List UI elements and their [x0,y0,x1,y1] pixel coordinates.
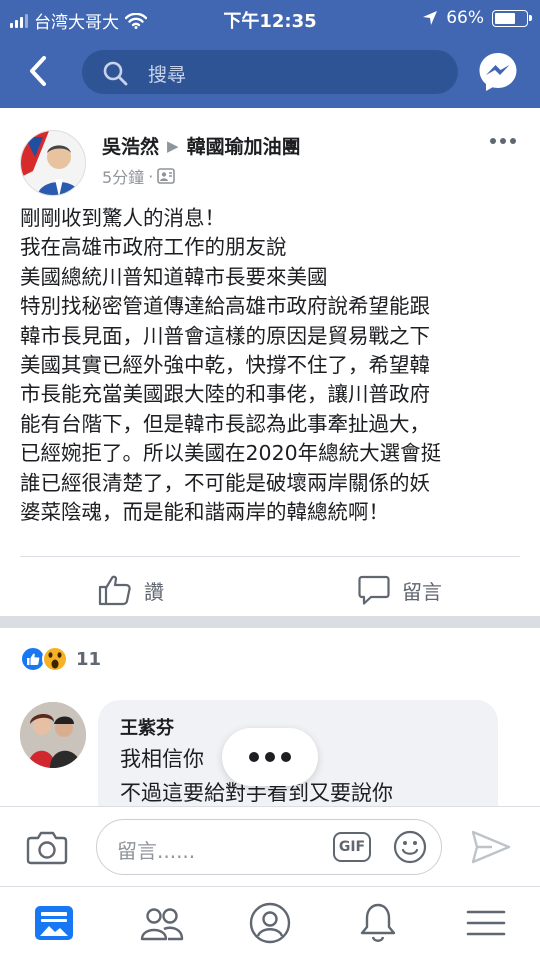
like-button[interactable]: 讚 [98,574,164,606]
thumbs-up-icon [98,575,131,606]
more-options-icon[interactable] [490,138,516,144]
profile-icon[interactable] [248,901,292,945]
typing-dot [265,752,275,762]
post-text-line: 韓市長見面，川普會這樣的原因是貿易戰之下 [20,323,430,348]
status-bar: 台湾大哥大 下午12:35 66% [0,0,540,36]
comment-placeholder: 留言...... [117,839,196,863]
caret-right-icon: ▶ [167,136,179,155]
section-separator [0,616,540,628]
post-text-line: 美國總統川普知道韓市長要來美國 [20,264,328,289]
messenger-icon[interactable] [476,50,520,94]
post-text-line: 特別找秘密管道傳達給高雄市政府說希望能跟 [20,294,430,319]
post-text-line: 市長能充當美國跟大陸的和事佬，讓川普政府 [20,382,430,407]
menu-hamburger-icon[interactable] [464,901,508,945]
post-meta: 5分鐘 · [102,164,176,188]
battery-fill [495,12,515,24]
commenter-photo-icon [20,702,86,768]
search-icon [103,61,128,86]
post-text-line: 剛剛收到驚人的消息！ [20,206,225,230]
author-line: 吳浩然 ▶ 韓國瑜加油團 [102,132,301,159]
author-photo-icon [21,131,85,195]
battery-icon [492,9,532,27]
post-text-line: 能有台階下，但是韓市長認為此事牽扯過大， [20,411,430,436]
smiley-icon[interactable] [393,830,427,864]
send-icon[interactable] [470,829,512,865]
comment-button[interactable]: 留言 [358,574,442,606]
comment-input[interactable]: 留言...... GIF [96,819,442,875]
post-text-line: 我在高雄市政府工作的朋友說 [20,235,287,260]
post-text-line: 誰已經很清楚了，不可能是破壞兩岸關係的妖 [20,470,430,495]
group-audience-icon [157,168,176,184]
commenter-name[interactable]: 王紫芬 [120,714,174,740]
gif-button[interactable]: GIF [333,832,371,862]
comment-composer: 留言...... GIF [0,806,540,886]
back-chevron-icon[interactable] [24,54,54,88]
wow-reaction-icon [42,646,68,672]
post-text: 剛剛收到驚人的消息！ 我在高雄市政府工作的朋友說美國總統川普知道韓市長要來美國特別… [20,204,525,527]
typing-indicator [222,728,318,786]
post-time[interactable]: 5分鐘 [102,164,144,188]
post-text-line: 美國其實已經外強中乾，快撐不住了，希望韓 [20,353,430,378]
typing-dot [281,752,291,762]
reaction-count: 11 [76,648,102,670]
post-divider [20,556,520,557]
post-text-line: 婆菜陰魂，而是能和諧兩岸的韓總統啊！ [20,500,389,525]
comment-bubble-icon [358,575,390,605]
friends-icon[interactable] [140,901,184,945]
comment-label: 留言 [402,579,442,604]
news-feed-icon[interactable] [32,901,76,945]
bottom-nav [0,886,540,960]
like-label: 讚 [144,579,164,604]
typing-dot [249,752,259,762]
post-text-line: 已經婉拒了。所以美國在2020年總統大選會挺 [20,441,442,466]
meta-separator: · [148,166,154,186]
notifications-bell-icon[interactable] [356,901,400,945]
author-avatar[interactable] [20,130,86,196]
search-placeholder: 搜尋 [148,64,187,86]
location-arrow-icon [423,11,438,25]
group-name[interactable]: 韓國瑜加油團 [187,132,301,159]
author-name[interactable]: 吳浩然 [102,132,159,159]
commenter-avatar[interactable] [20,702,86,768]
camera-icon[interactable] [26,831,68,865]
battery-percent: 66% [446,8,484,28]
top-header: 台湾大哥大 下午12:35 66% 搜尋 [0,0,540,108]
status-right: 66% [422,8,532,28]
reactions-summary[interactable]: 11 [20,646,101,672]
search-bar[interactable]: 搜尋 [82,50,458,94]
